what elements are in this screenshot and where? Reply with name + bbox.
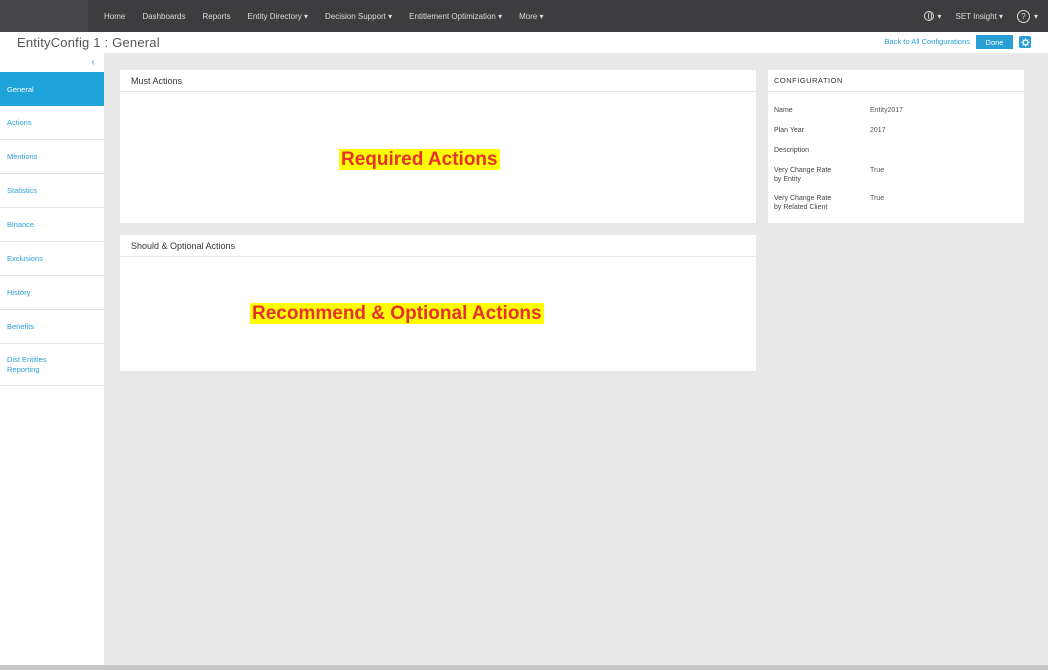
info-value: Entity2017 bbox=[870, 107, 904, 114]
nav-entity-directory[interactable]: Entity Directory ▾ bbox=[248, 12, 308, 21]
gear-icon bbox=[1020, 37, 1030, 47]
sidebar: ‹ General Actions Mentions Statistics Bi… bbox=[0, 53, 104, 665]
page-title: EntityConfig 1 : General bbox=[17, 35, 160, 50]
sidebar-list: General Actions Mentions Statistics Bina… bbox=[0, 72, 104, 386]
sidebar-item-exclusions[interactable]: Exclusions bbox=[0, 242, 104, 276]
page-header: EntityConfig 1 : General Back to All Con… bbox=[0, 32, 1048, 53]
nav-more[interactable]: More ▾ bbox=[519, 12, 543, 21]
back-to-configurations-link[interactable]: Back to All Configurations bbox=[885, 37, 970, 46]
info-key: Name bbox=[774, 107, 793, 114]
configuration-info-panel: CONFIGURATION Name Entity2017 Plan Year … bbox=[768, 70, 1024, 223]
info-value: 2017 bbox=[870, 127, 886, 134]
optional-actions-panel: Should & Optional Actions Recommend & Op… bbox=[120, 235, 756, 371]
optional-actions-body: Recommend & Optional Actions bbox=[120, 257, 756, 370]
app-logo[interactable] bbox=[0, 0, 88, 32]
required-actions-body: Required Actions bbox=[120, 92, 756, 222]
info-key: Plan Year bbox=[774, 127, 804, 134]
optional-actions-label: Recommend & Optional Actions bbox=[250, 303, 544, 324]
settings-button[interactable] bbox=[1019, 36, 1031, 48]
sidebar-item-history[interactable]: History bbox=[0, 276, 104, 310]
sidebar-item-dist-entities[interactable]: Dist Entities Reporting bbox=[0, 344, 104, 386]
horizontal-scrollbar[interactable] bbox=[0, 665, 1048, 670]
sidebar-item-benefits[interactable]: Benefits bbox=[0, 310, 104, 344]
info-key: Description bbox=[774, 147, 810, 154]
nav-reports[interactable]: Reports bbox=[202, 12, 230, 21]
sidebar-item-actions[interactable]: Actions bbox=[0, 106, 104, 140]
top-navigation-bar: Home Dashboards Reports Entity Directory… bbox=[0, 0, 1048, 32]
info-value: True bbox=[870, 195, 885, 202]
help-caret: ▾ bbox=[1033, 11, 1038, 21]
help-menu[interactable]: ? ▾ bbox=[1016, 9, 1038, 23]
language-caret: ▾ bbox=[937, 11, 942, 21]
language-menu[interactable]: ▾ bbox=[923, 11, 942, 21]
nav-decision-support[interactable]: Decision Support ▾ bbox=[325, 12, 392, 21]
optional-actions-header: Should & Optional Actions bbox=[120, 235, 756, 257]
top-right-controls: ▾ SET Insight ▾ ? ▾ bbox=[910, 0, 1038, 32]
required-actions-header: Must Actions bbox=[120, 70, 756, 92]
configuration-info-header: CONFIGURATION bbox=[768, 70, 1024, 92]
info-value: True bbox=[870, 167, 885, 174]
done-button[interactable]: Done bbox=[976, 35, 1013, 49]
required-actions-panel: Must Actions Required Actions bbox=[120, 70, 756, 223]
globe-icon bbox=[923, 11, 934, 21]
nav-dashboards[interactable]: Dashboards bbox=[142, 12, 185, 21]
nav-entitlement-optimization[interactable]: Entitlement Optimization ▾ bbox=[409, 12, 502, 21]
collapse-sidebar-icon[interactable]: ‹ bbox=[89, 57, 97, 69]
info-key: Very Change Rate by Entity bbox=[774, 167, 832, 183]
sidebar-item-general[interactable]: General bbox=[0, 72, 104, 106]
info-key: Very Change Rate by Related Client bbox=[774, 195, 832, 211]
sidebar-item-statistics[interactable]: Statistics bbox=[0, 174, 104, 208]
main-menu: Home Dashboards Reports Entity Directory… bbox=[104, 12, 561, 21]
user-menu[interactable]: SET Insight ▾ bbox=[956, 12, 1003, 21]
required-actions-label: Required Actions bbox=[339, 149, 500, 170]
help-icon: ? bbox=[1016, 9, 1030, 23]
nav-home[interactable]: Home bbox=[104, 12, 125, 21]
sidebar-item-mentions[interactable]: Mentions bbox=[0, 140, 104, 174]
sidebar-item-binance[interactable]: Binance bbox=[0, 208, 104, 242]
